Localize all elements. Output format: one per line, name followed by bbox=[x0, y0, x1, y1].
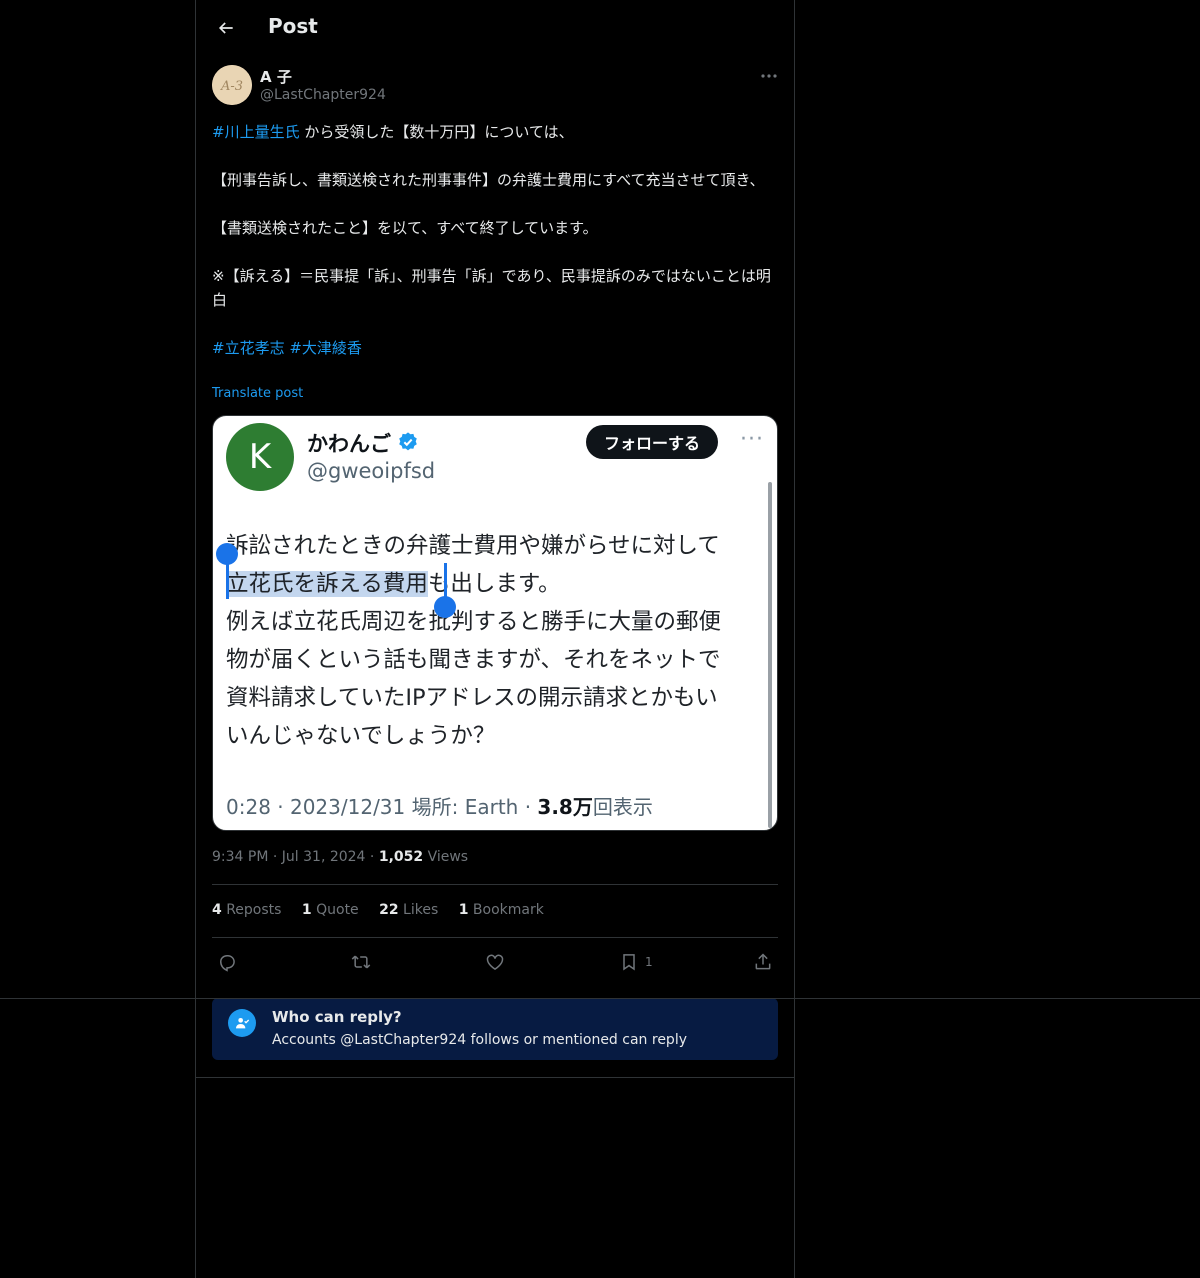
author-name[interactable]: A 子 bbox=[260, 66, 292, 87]
who-can-reply-title: Who can reply? bbox=[272, 1008, 402, 1026]
who-can-reply-banner: Who can reply? Accounts @LastChapter924 … bbox=[212, 998, 778, 1060]
embedded-follow-button: フォローする bbox=[586, 425, 719, 459]
embedded-name: かわんご bbox=[307, 432, 391, 456]
embedded-line: 物が届くという話も聞きますが、それをネットで bbox=[226, 647, 721, 673]
like-icon bbox=[486, 954, 504, 970]
tweet-paragraph: 【刑事告訴し、書類送検された刑事事件】の弁護士費用にすべて充当させて頂き、 bbox=[212, 171, 765, 189]
reposts-stat[interactable]: 4 Reposts bbox=[212, 902, 281, 918]
like-button[interactable] bbox=[485, 950, 505, 974]
attached-image[interactable]: K かわんご @gweoipfsd フォローする ··· 訴訟されたときの弁護士… bbox=[212, 415, 778, 831]
back-arrow-icon bbox=[218, 22, 233, 34]
avatar-image: A-3 bbox=[212, 65, 252, 105]
bookmark-icon bbox=[623, 954, 635, 971]
reply-button[interactable] bbox=[217, 950, 237, 974]
more-icon bbox=[761, 74, 777, 78]
avatar[interactable]: A-3 bbox=[212, 65, 252, 105]
embedded-line: 例えば立花氏周辺を批判すると勝手に大量の郵便 bbox=[226, 609, 722, 635]
repost-button[interactable] bbox=[351, 950, 371, 974]
share-button[interactable] bbox=[753, 950, 773, 974]
author-handle[interactable]: @LastChapter924 bbox=[260, 87, 386, 103]
divider bbox=[0, 998, 1200, 999]
verified-badge-icon bbox=[399, 432, 417, 451]
embedded-line: 訴訟されたときの弁護士費用や嫌がらせに対して bbox=[226, 533, 720, 559]
selection-start-handle bbox=[216, 543, 238, 565]
repost-icon bbox=[351, 955, 371, 969]
who-can-reply-subtitle: Accounts @LastChapter924 follows or ment… bbox=[272, 1032, 687, 1048]
translate-post-link[interactable]: Translate post bbox=[212, 386, 303, 401]
tweet-paragraph: ※【訴える】＝民事提「訴」、刑事告「訴」であり、民事提訴のみではないことは明白 bbox=[212, 267, 771, 309]
hashtag-link[interactable]: #大津綾香 bbox=[289, 339, 362, 357]
engagement-stats: 4 Reposts 1 Quote 22 Likes 1 Bookmark bbox=[212, 902, 560, 918]
tweet-line: から受領した【数十万円】については、 bbox=[299, 123, 574, 141]
bookmark-button[interactable]: 1 bbox=[619, 950, 653, 974]
embedded-line: 資料請求していたIPアドレスの開示請求とかもい bbox=[226, 685, 718, 711]
embedded-tweet-text: 訴訟されたときの弁護士費用や嫌がらせに対して 立花氏を訴える費用も出します。 例… bbox=[226, 527, 771, 755]
embedded-handle: @gweoipfsd bbox=[307, 459, 436, 483]
reply-icon bbox=[219, 955, 235, 972]
post-time[interactable]: 9:34 PM bbox=[212, 849, 268, 865]
back-button[interactable] bbox=[210, 12, 242, 44]
tweet-text: #川上量生氏 から受領した【数十万円】については、 【刑事告訴し、書類送検された… bbox=[212, 120, 778, 360]
more-button[interactable] bbox=[758, 66, 780, 86]
divider bbox=[195, 1077, 795, 1078]
svg-text:A-3: A-3 bbox=[220, 79, 243, 94]
divider bbox=[212, 884, 778, 885]
primary-column: Post A-3 A 子 @LastChapter924 #川上量生氏 から受領… bbox=[195, 0, 795, 1278]
likes-stat[interactable]: 22 Likes bbox=[379, 902, 438, 918]
views-count: 1,052 bbox=[378, 849, 424, 865]
who-can-reply-icon bbox=[228, 1009, 256, 1037]
selection-end-handle bbox=[434, 596, 456, 618]
bookmark-count: 1 bbox=[645, 955, 653, 969]
hashtag-link[interactable]: #川上量生氏 bbox=[212, 123, 300, 141]
divider bbox=[212, 937, 778, 938]
embedded-more-icon: ··· bbox=[740, 427, 764, 452]
selected-text: 立花氏を訴える費用 bbox=[226, 571, 428, 597]
embedded-line: も出します。 bbox=[427, 571, 561, 597]
page-title: Post bbox=[268, 14, 318, 38]
header: Post bbox=[196, 0, 794, 56]
bookmarks-stat[interactable]: 1 Bookmark bbox=[459, 902, 544, 918]
share-icon bbox=[755, 953, 771, 970]
post-date[interactable]: Jul 31, 2024 bbox=[282, 849, 366, 865]
tweet-paragraph: 【書類送検されたこと】を以て、すべて終了しています。 bbox=[212, 219, 598, 237]
quotes-stat[interactable]: 1 Quote bbox=[302, 902, 359, 918]
embedded-avatar: K bbox=[226, 423, 294, 491]
hashtag-link[interactable]: #立花孝志 bbox=[212, 339, 285, 357]
embedded-meta: 0:28 · 2023/12/31 場所: Earth · 3.8万回表示 bbox=[226, 795, 653, 819]
post-timestamp: 9:34 PM · Jul 31, 2024 · 1,052 Views bbox=[212, 849, 469, 865]
embedded-line: いんじゃないでしょうか？ bbox=[226, 723, 496, 749]
